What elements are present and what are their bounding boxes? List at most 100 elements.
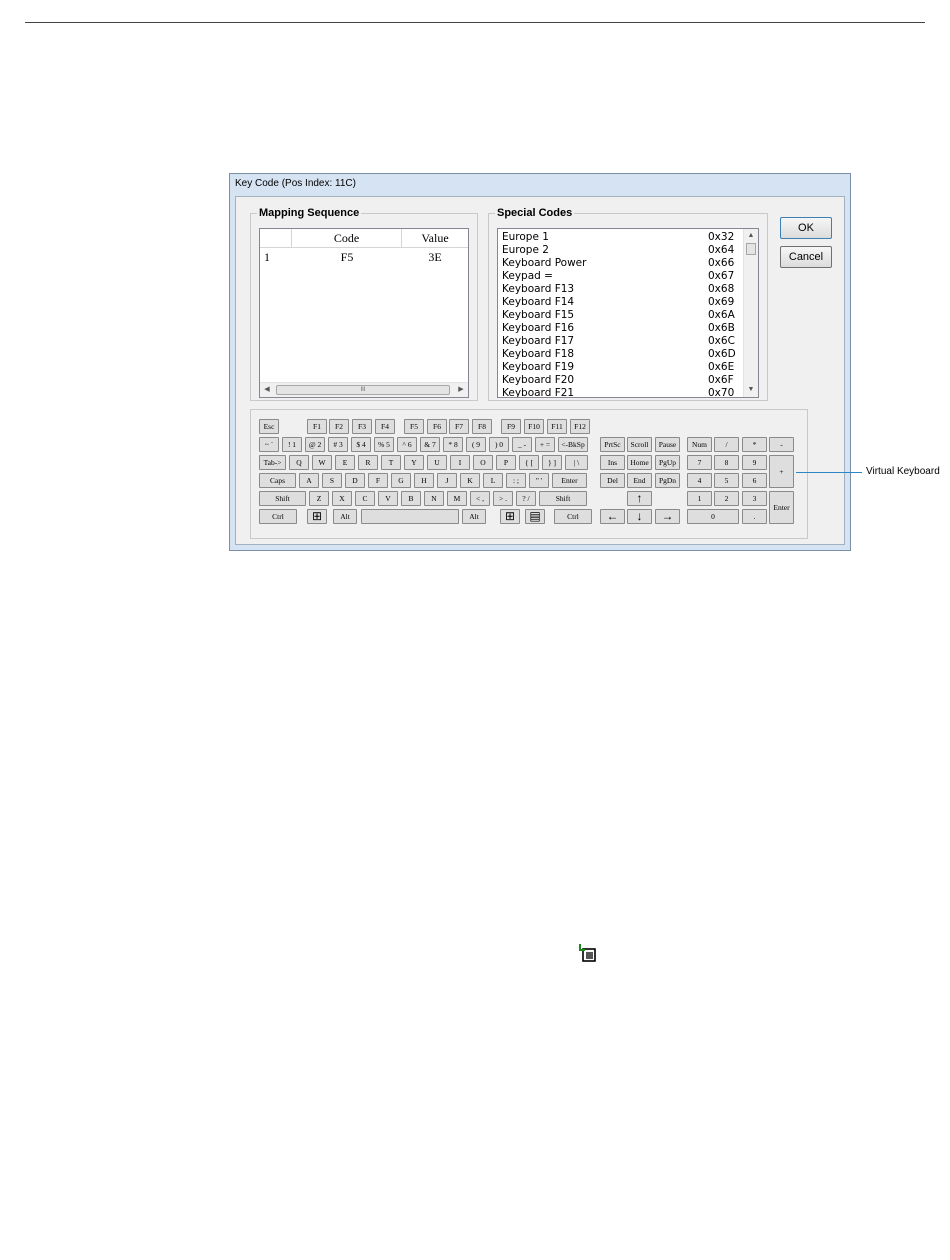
key-arrow-left[interactable]: ← [600,509,625,524]
cancel-button[interactable]: Cancel [780,246,832,268]
key-numpad[interactable]: Num [687,437,712,452]
key-nav[interactable]: PgDn [655,473,680,488]
key-number-row[interactable]: # 3 [328,437,348,452]
key-shift-row[interactable]: B [401,491,421,506]
col-value-header[interactable]: Value [402,229,468,247]
key-arrow-right[interactable]: → [655,509,680,524]
menu-key-icon[interactable]: ▤ [525,509,545,524]
key-number-row[interactable]: * 8 [443,437,463,452]
key-number-row[interactable]: + = [535,437,555,452]
key-home-row[interactable]: S [322,473,342,488]
key-home-row[interactable]: A [299,473,319,488]
key-home-row[interactable]: K [460,473,480,488]
horizontal-scrollbar[interactable]: ◀ III ▶ [260,382,468,397]
key-f12[interactable]: F12 [570,419,590,434]
key-f9[interactable]: F9 [501,419,521,434]
scroll-thumb[interactable] [746,243,756,255]
key-ctrl-left[interactable]: Ctrl [259,509,297,524]
key-f6[interactable]: F6 [427,419,447,434]
key-home-row[interactable]: : ; [506,473,526,488]
scroll-up-icon[interactable]: ▲ [744,229,758,243]
vertical-scrollbar[interactable]: ▲ ▼ [743,229,758,397]
key-numpad-enter[interactable]: Enter [769,491,794,524]
key-shift-row[interactable]: M [447,491,467,506]
key-ctrl-right[interactable]: Ctrl [554,509,592,524]
key-top-row[interactable]: U [427,455,447,470]
key-nav[interactable]: Scroll [627,437,652,452]
key-nav[interactable]: PgUp [655,455,680,470]
key-space[interactable] [361,509,459,524]
list-item[interactable]: Keyboard Power 0x66 [502,257,742,270]
windows-key-icon[interactable]: ⊞ [307,509,327,524]
key-nav[interactable]: Home [627,455,652,470]
key-numpad[interactable]: 7 [687,455,712,470]
key-number-row[interactable]: ^ 6 [397,437,417,452]
key-shift-row[interactable]: Z [309,491,329,506]
scroll-right-icon[interactable]: ▶ [454,383,468,397]
key-f8[interactable]: F8 [472,419,492,434]
key-home-row[interactable]: Caps [259,473,296,488]
key-number-row[interactable]: _ - [512,437,532,452]
key-top-row[interactable]: { [ [519,455,539,470]
list-item[interactable]: Keyboard F13 0x68 [502,283,742,296]
key-nav[interactable]: Ins [600,455,625,470]
key-f4[interactable]: F4 [375,419,395,434]
list-item[interactable]: Keypad = 0x67 [502,270,742,283]
col-index-header[interactable] [260,229,292,247]
key-numpad[interactable]: / [714,437,739,452]
key-numpad[interactable]: 4 [687,473,712,488]
key-f2[interactable]: F2 [329,419,349,434]
key-numpad[interactable]: - [769,437,794,452]
list-item[interactable]: Keyboard F14 0x69 [502,296,742,309]
key-nav[interactable]: PrtSc [600,437,625,452]
key-top-row[interactable]: Q [289,455,309,470]
key-top-row[interactable]: P [496,455,516,470]
mapping-list[interactable]: Code Value 1 F5 3E ◀ III ▶ [259,228,469,398]
key-number-row[interactable]: ~ ` [259,437,279,452]
key-top-row[interactable]: Y [404,455,424,470]
key-home-row[interactable]: H [414,473,434,488]
key-home-row[interactable]: Enter [552,473,587,488]
key-shift-row[interactable]: X [332,491,352,506]
key-shift-row[interactable]: C [355,491,375,506]
key-numpad-zero[interactable]: 0 [687,509,739,524]
list-item[interactable]: Keyboard F18 0x6D [502,348,742,361]
key-numpad-dot[interactable]: . [742,509,767,524]
key-shift-row[interactable]: < , [470,491,490,506]
col-code-header[interactable]: Code [292,229,402,247]
key-numpad-plus[interactable]: + [769,455,794,488]
list-item[interactable]: Europe 2 0x64 [502,244,742,257]
key-arrow-up[interactable]: ↑ [627,491,652,506]
key-number-row[interactable]: % 5 [374,437,394,452]
ok-button[interactable]: OK [780,217,832,239]
key-home-row[interactable]: F [368,473,388,488]
key-home-row[interactable]: D [345,473,365,488]
key-f5[interactable]: F5 [404,419,424,434]
key-number-row[interactable]: ! 1 [282,437,302,452]
list-item[interactable]: Keyboard F20 0x6F [502,374,742,387]
key-top-row[interactable]: E [335,455,355,470]
list-item[interactable]: Keyboard F17 0x6C [502,335,742,348]
key-number-row[interactable]: @ 2 [305,437,325,452]
key-top-row[interactable]: | \ [565,455,588,470]
key-shift-row[interactable]: ? / [516,491,536,506]
key-home-row[interactable]: J [437,473,457,488]
key-number-row[interactable]: <-BkSp [558,437,588,452]
key-f7[interactable]: F7 [449,419,469,434]
list-item[interactable]: Keyboard F15 0x6A [502,309,742,322]
key-top-row[interactable]: R [358,455,378,470]
special-codes-list[interactable]: Europe 1 0x32 Europe 2 0x64 Keyboard Power 0x… [497,228,759,398]
key-shift-row[interactable]: Shift [259,491,306,506]
key-esc[interactable]: Esc [259,419,279,434]
key-top-row[interactable]: W [312,455,332,470]
key-top-row[interactable]: Tab-> [259,455,286,470]
key-f10[interactable]: F10 [524,419,544,434]
key-nav[interactable]: End [627,473,652,488]
key-alt-right[interactable]: Alt [462,509,486,524]
key-home-row[interactable]: L [483,473,503,488]
key-home-row[interactable]: G [391,473,411,488]
key-number-row[interactable]: $ 4 [351,437,371,452]
key-numpad[interactable]: 2 [714,491,739,506]
key-numpad[interactable]: * [742,437,767,452]
windows-key-icon[interactable]: ⊞ [500,509,520,524]
